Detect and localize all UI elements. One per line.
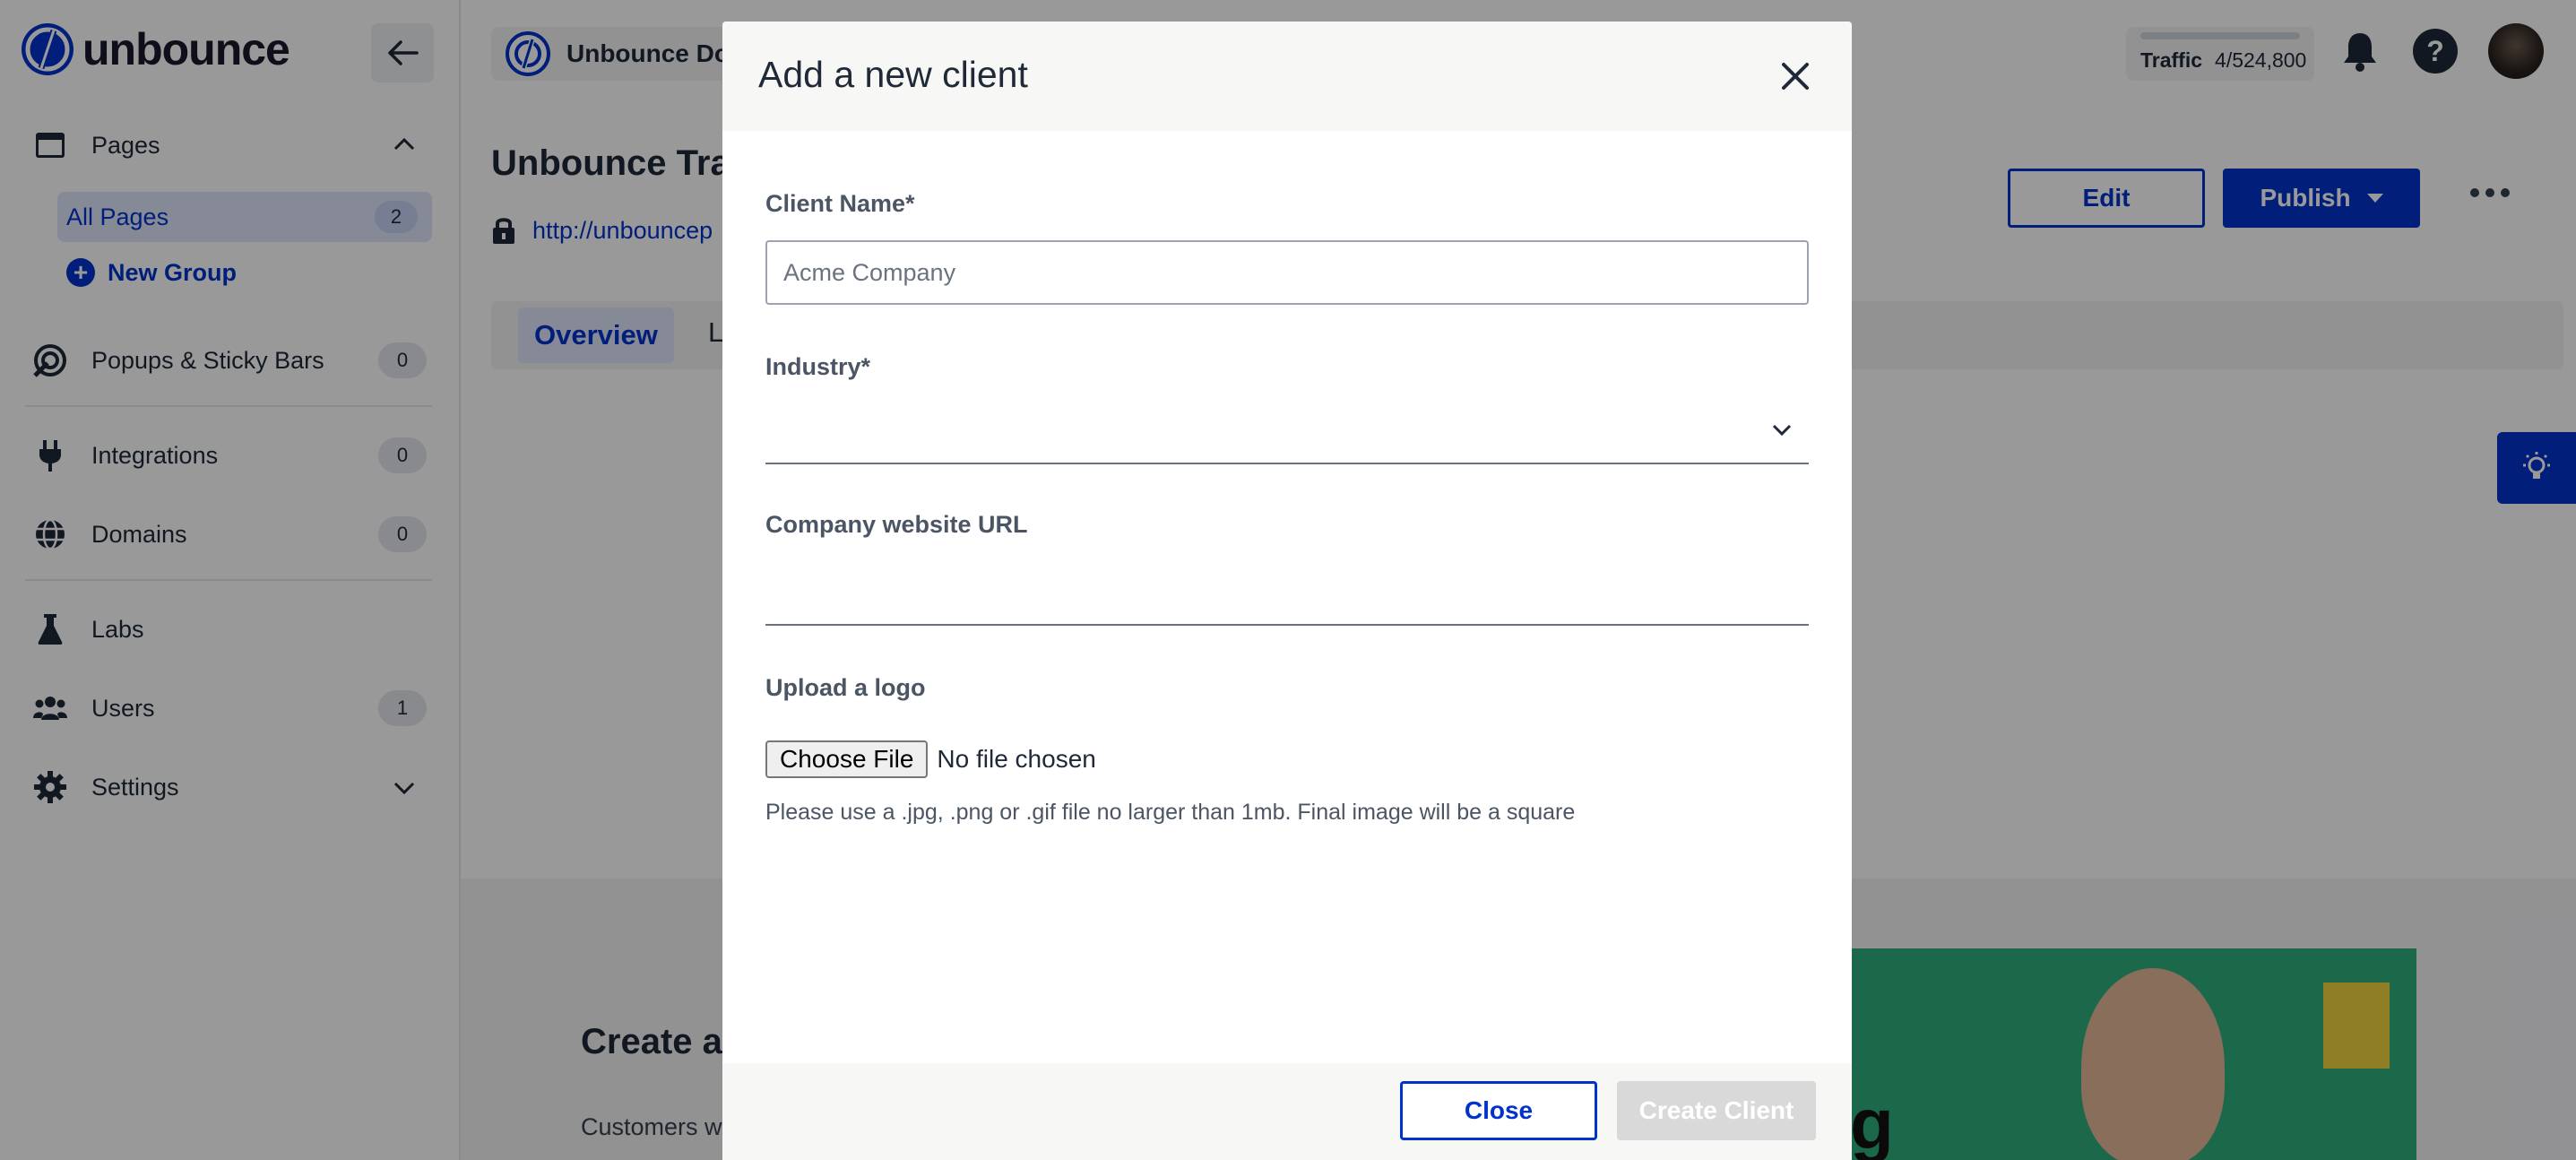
create-client-button[interactable]: Create Client (1617, 1081, 1816, 1140)
close-button[interactable]: Close (1400, 1081, 1597, 1140)
add-client-dialog: Add a new client Client Name* Industry* … (722, 22, 1852, 1160)
industry-select[interactable] (765, 400, 1809, 464)
client-name-label: Client Name* (765, 190, 915, 217)
dialog-footer: Close Create Client (722, 1063, 1852, 1160)
chevron-down-icon (1772, 424, 1792, 437)
choose-file-button[interactable]: Choose File (765, 740, 929, 778)
upload-logo-label: Upload a logo (765, 674, 926, 701)
file-upload: Choose File No file chosen (765, 740, 1096, 778)
file-status: No file chosen (937, 745, 1096, 773)
close-icon (1782, 63, 1809, 90)
website-url-input[interactable] (765, 563, 1809, 626)
website-label: Company website URL (765, 511, 1028, 538)
dialog-close-button[interactable] (1776, 57, 1814, 95)
dialog-header: Add a new client (722, 22, 1852, 131)
client-name-input[interactable] (765, 240, 1809, 305)
industry-label: Industry* (765, 353, 871, 380)
dialog-title: Add a new client (758, 54, 1028, 95)
upload-help-text: Please use a .jpg, .png or .gif file no … (765, 800, 1576, 825)
